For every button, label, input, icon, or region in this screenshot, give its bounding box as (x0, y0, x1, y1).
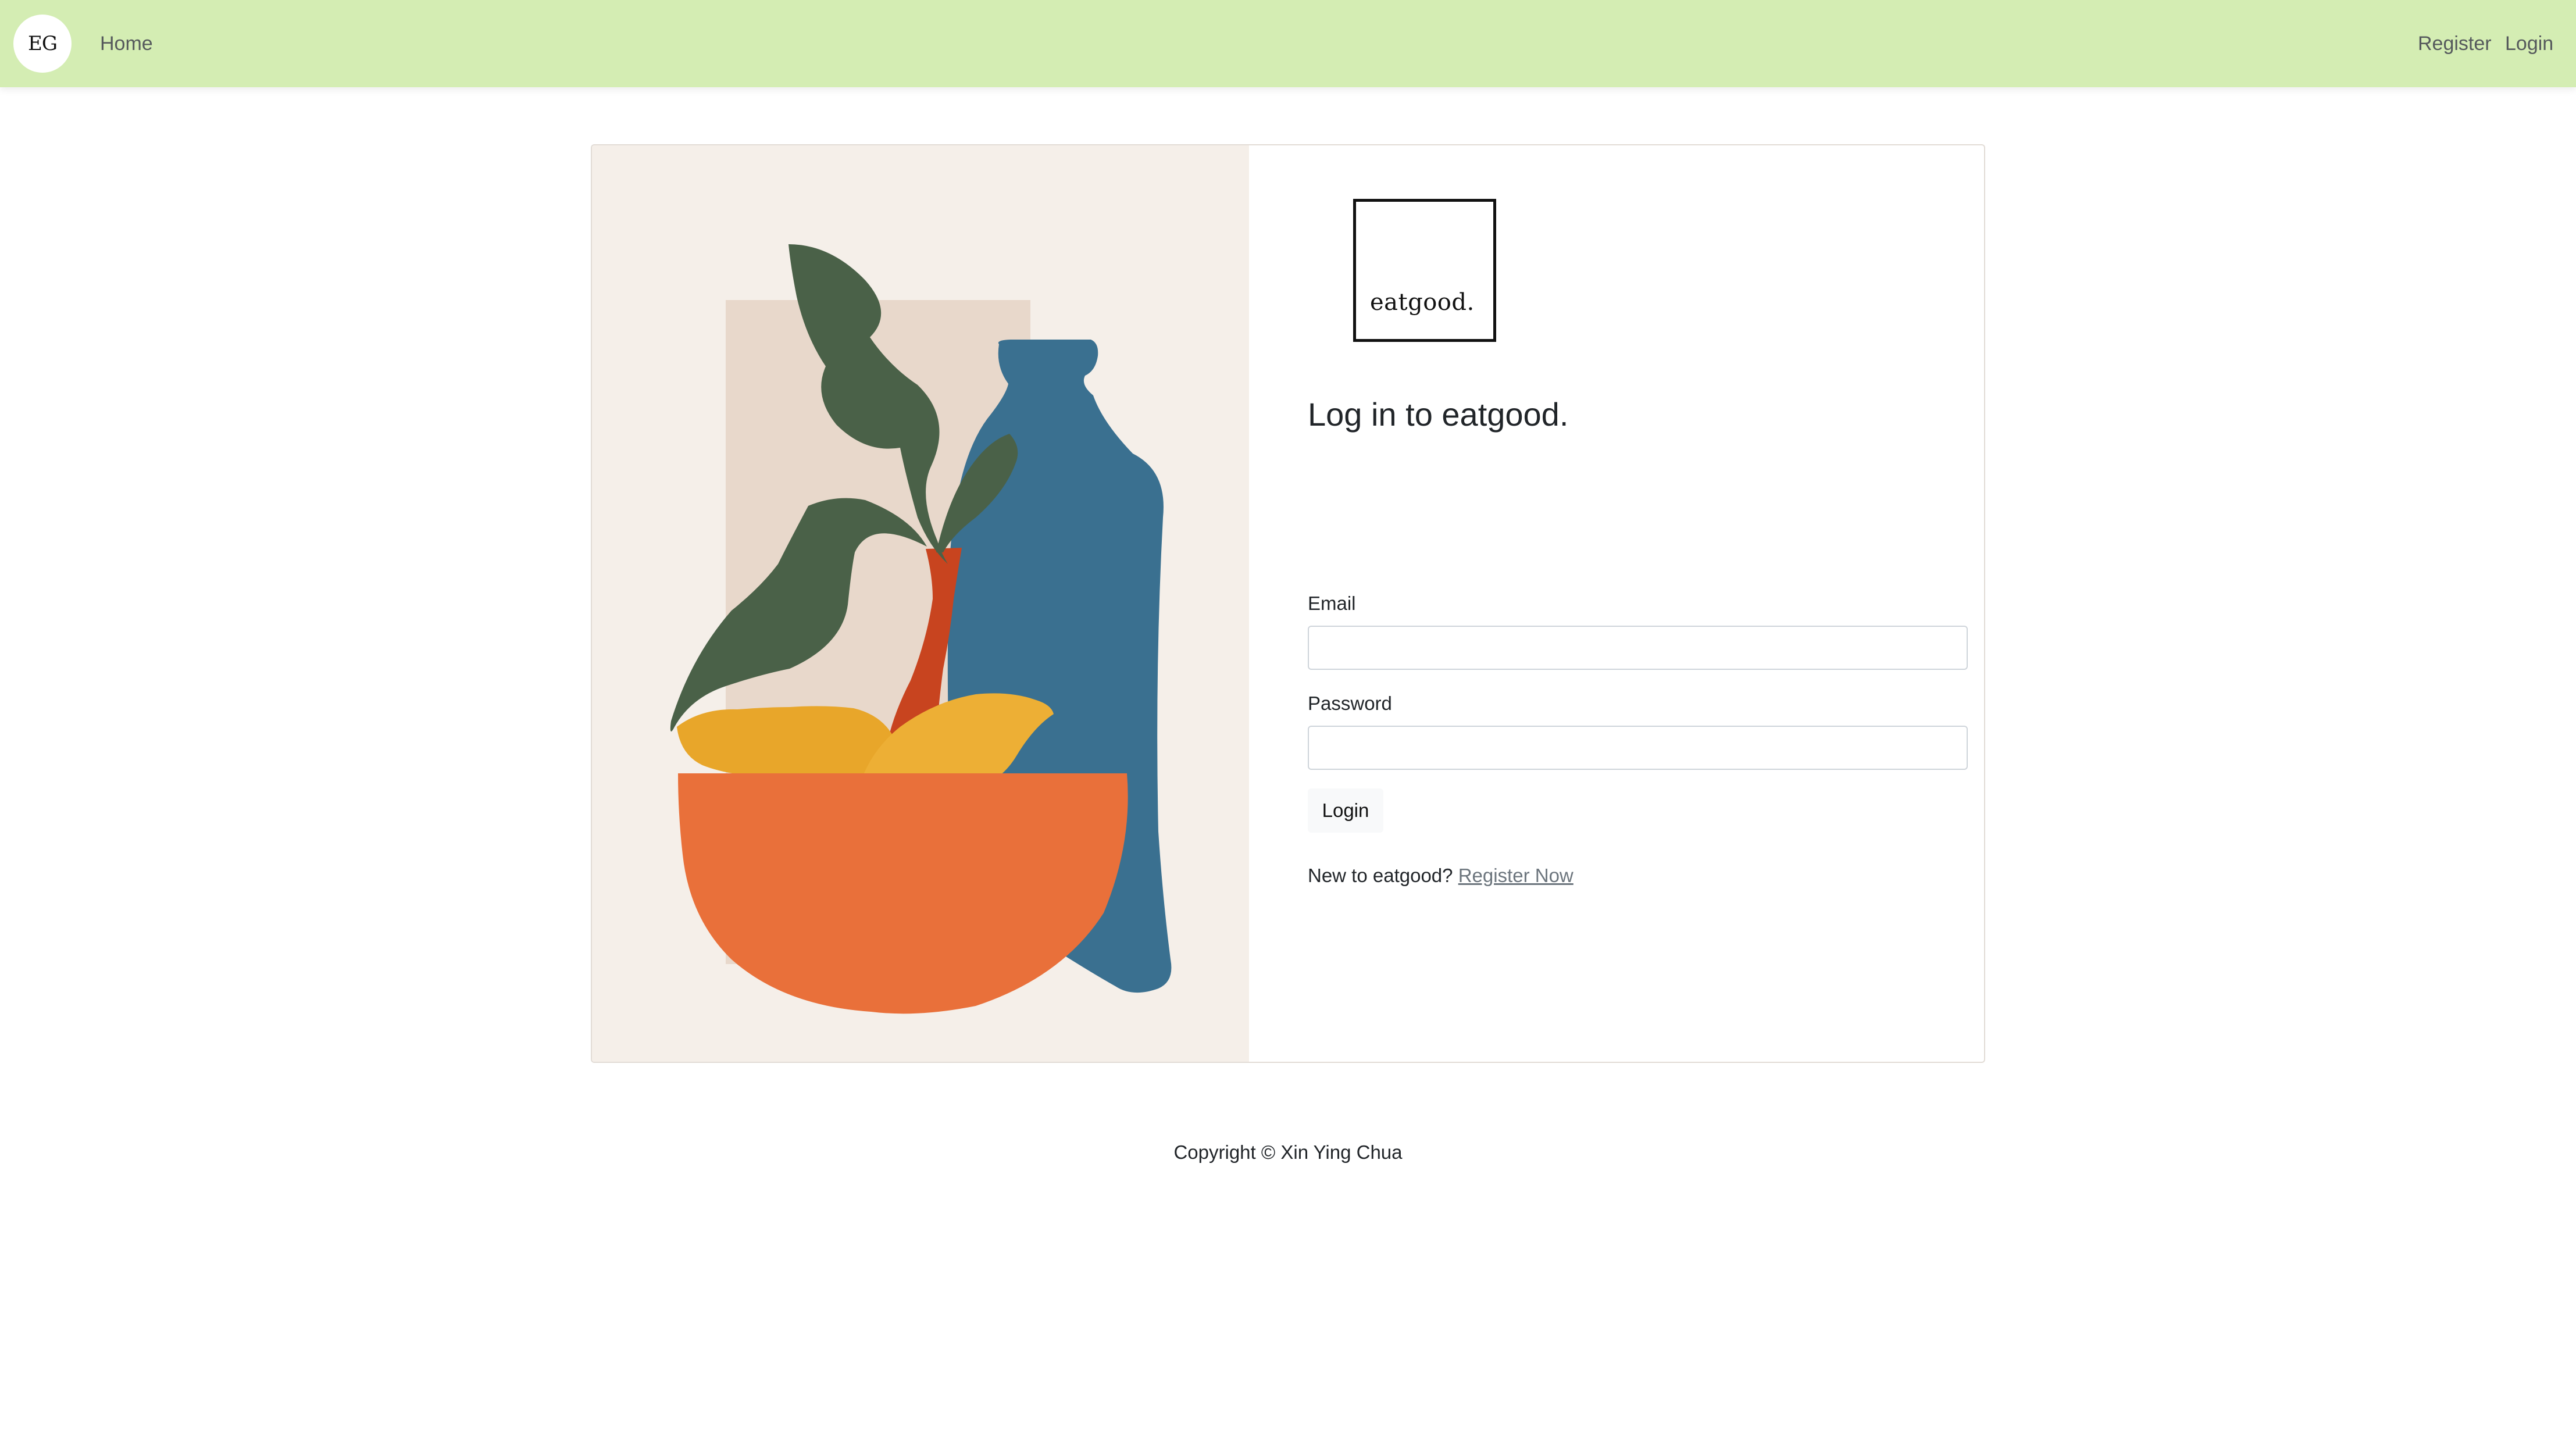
brand-logo[interactable]: EG (13, 15, 72, 73)
email-input[interactable] (1308, 626, 1968, 670)
eatgood-logo: eatgood. (1353, 199, 1496, 342)
still-life-illustration (670, 244, 1172, 1014)
register-prompt-text: New to eatgood? (1308, 865, 1453, 886)
login-title: Log in to eatgood. (1308, 396, 1569, 433)
password-label: Password (1308, 693, 1392, 714)
login-card: eatgood. Log in to eatgood. Email Passwo… (591, 144, 1985, 1063)
copyright-text: Copyright © Xin Ying Chua (1173, 1141, 1403, 1163)
illustration-bowl (678, 773, 1128, 1014)
login-form-panel: eatgood. Log in to eatgood. Email Passwo… (1249, 145, 1984, 1062)
eatgood-logo-text: eatgood. (1370, 289, 1475, 316)
illustration-panel (592, 145, 1249, 1062)
register-now-link[interactable]: Register Now (1458, 865, 1574, 886)
page-footer: Copyright © Xin Ying Chua (0, 1140, 2576, 1165)
nav-home-link[interactable]: Home (100, 30, 153, 57)
top-navbar: EG Home Register Login (0, 0, 2576, 87)
illustration-fruit-left (677, 706, 899, 779)
brand-logo-text: EG (28, 32, 58, 55)
register-prompt: New to eatgood? Register Now (1308, 863, 1574, 888)
password-input[interactable] (1308, 726, 1968, 770)
email-label: Email (1308, 593, 1356, 614)
nav-register-link[interactable]: Register (2418, 30, 2492, 57)
login-submit-button[interactable]: Login (1308, 788, 1383, 833)
nav-login-link[interactable]: Login (2505, 30, 2553, 57)
